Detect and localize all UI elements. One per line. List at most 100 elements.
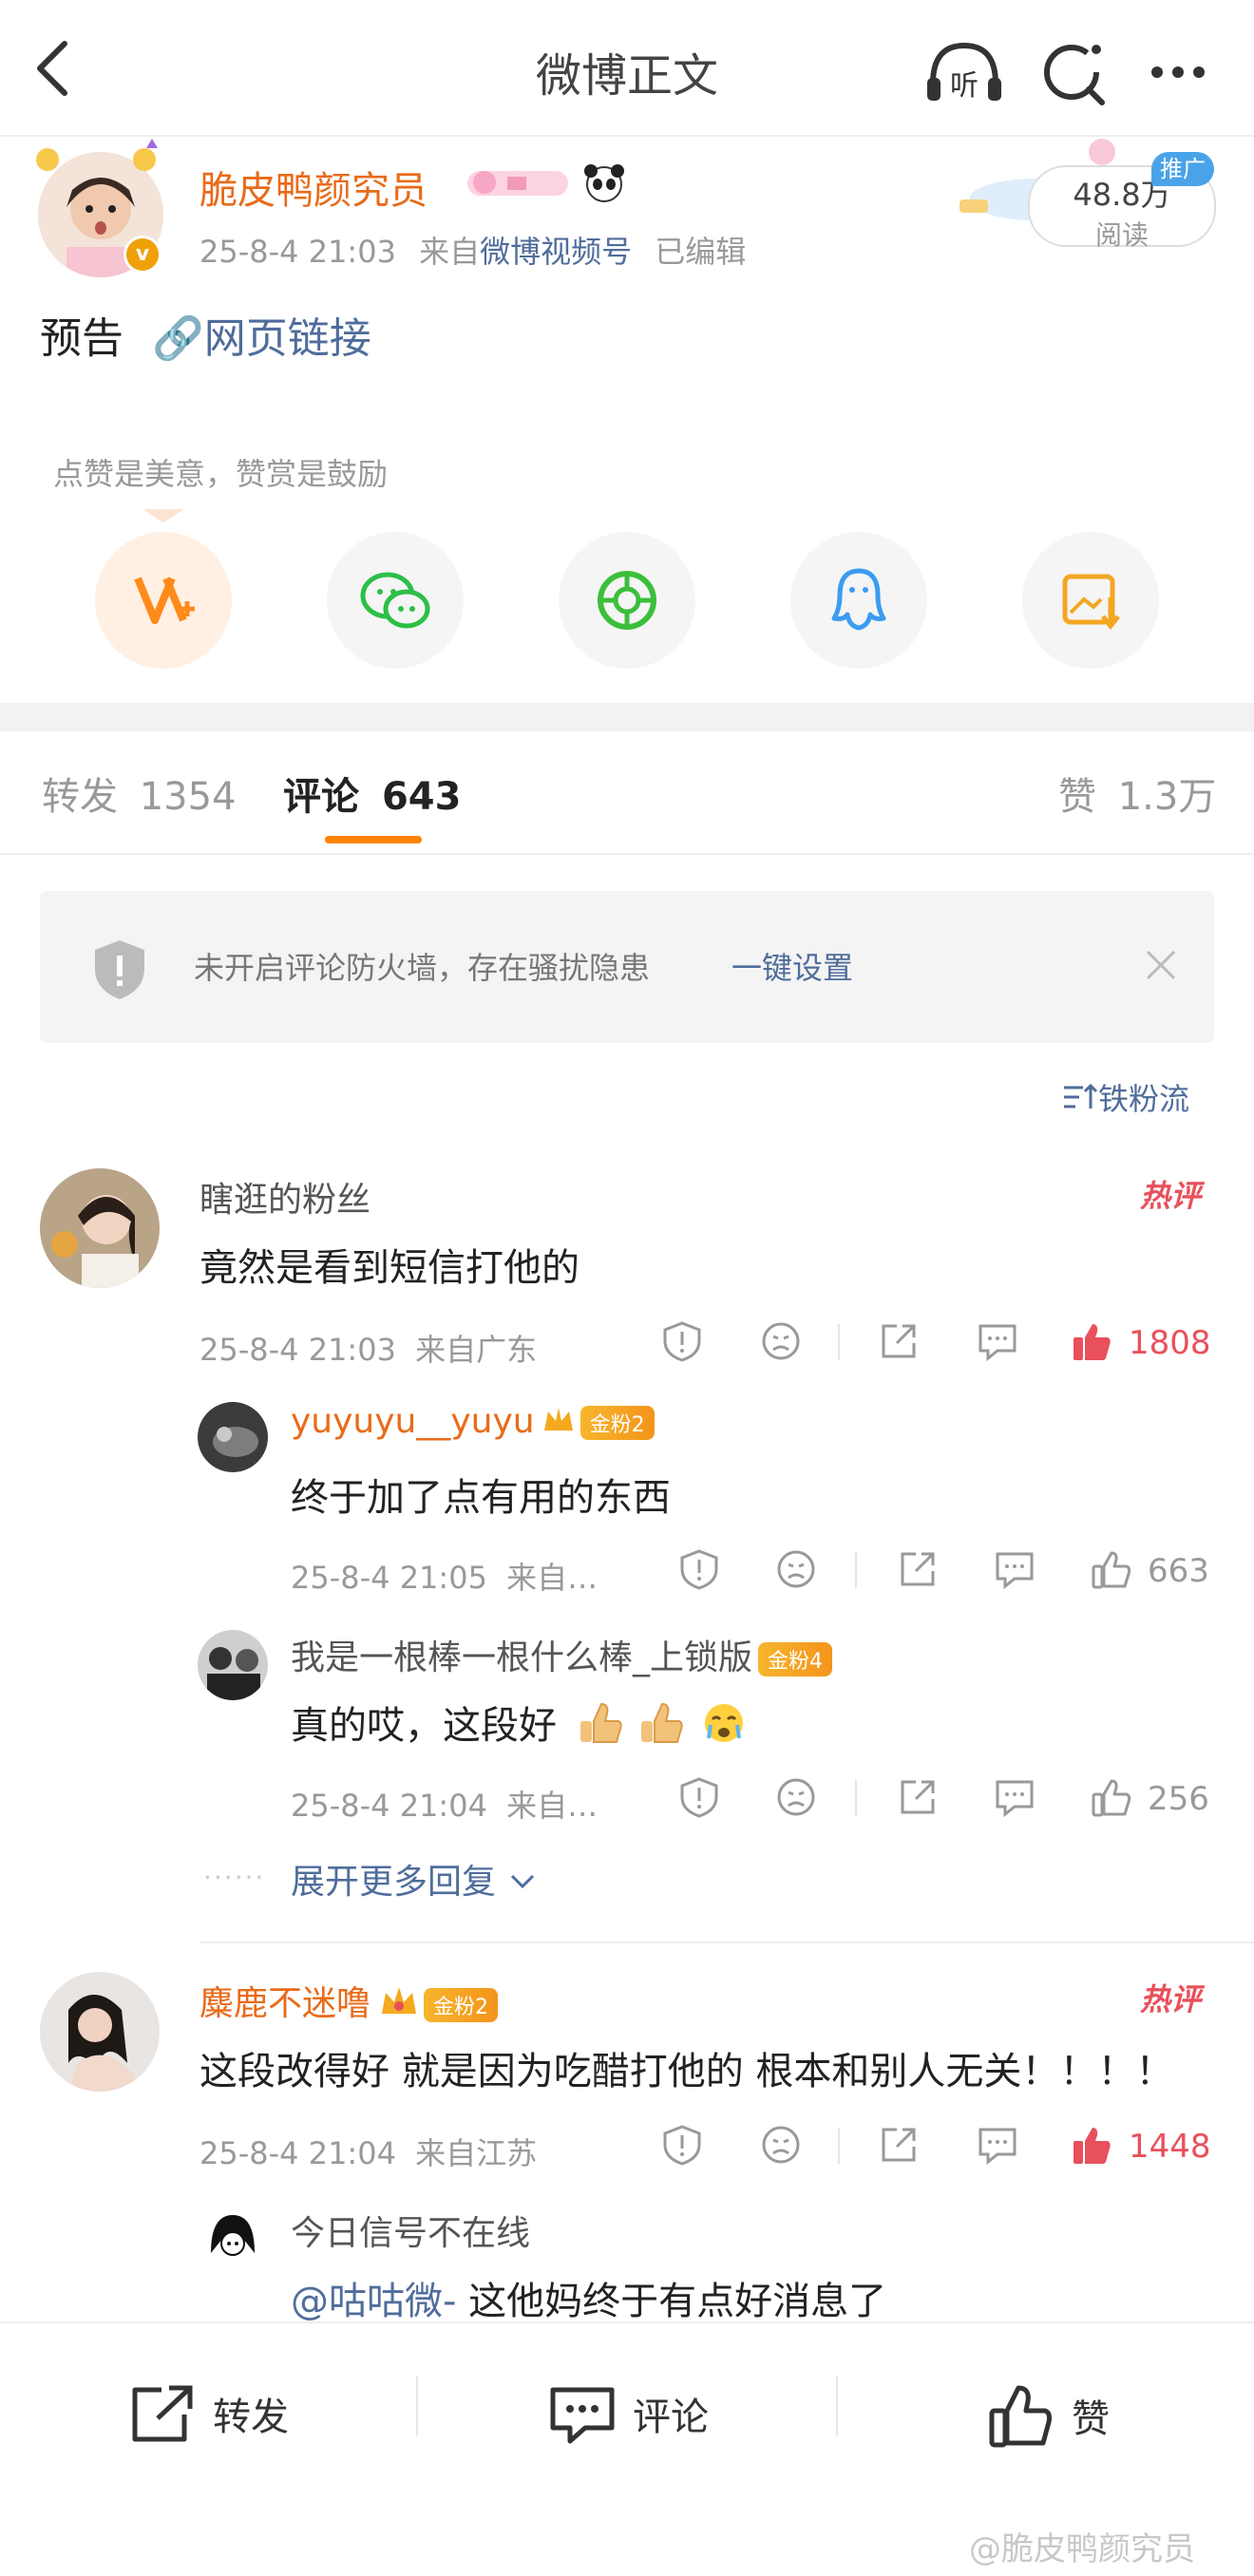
firewall-text: 未开启评论防火墙，存在骚扰隐患 [194,950,651,986]
save-image-icon [1062,574,1120,631]
like-count: 256 [1148,1780,1209,1818]
reply-avatar[interactable] [198,1402,268,1472]
post-edited[interactable]: 已编辑 [655,234,746,270]
post-from-prefix: 来自 [419,234,481,270]
comment-meta: 25-8-4 21:03 来自广东 [200,1326,537,1370]
more-icon[interactable] [1140,34,1226,110]
post-text: 预告 🔗网页链接 [40,304,371,365]
sort-label: 铁粉流 [1098,1081,1190,1117]
share-icon[interactable] [878,2124,920,2169]
tab-comment[interactable]: 评论 643 [283,766,461,821]
tab-like[interactable]: 赞 1.3万 [1058,766,1216,821]
like-icon[interactable] [1072,1320,1113,1366]
comment-username[interactable]: 瞎逛的粉丝 [200,1172,370,1222]
repost-icon [129,2384,196,2454]
reply-text: @咕咕微- 这他妈终于有点好消息了 [291,2270,886,2325]
chevron-down-icon [506,1865,539,1904]
close-icon[interactable] [1142,946,1180,984]
comment-time: 25-8-4 21:04 [200,2135,396,2171]
post-source-link[interactable]: 微博视频号 [480,234,632,270]
vplus-icon [134,577,195,624]
comment-divider [200,1941,1254,1943]
reply-username[interactable]: 我是一根棒一根什么棒_上锁版 金粉4 [291,1630,833,1679]
hot-comment-badge: 热评 [1140,1178,1202,1214]
reply-icon[interactable] [994,1776,1036,1822]
tab-like-count: 1.3万 [1117,775,1217,819]
web-link-label: 网页链接 [203,314,371,363]
hot-comment-badge: 热评 [1140,1981,1202,2017]
watermark: @脆皮鸭颜究员 [969,2530,1195,2568]
web-link[interactable]: 🔗网页链接 [152,314,371,363]
like-icon[interactable] [1091,1776,1132,1822]
bottom-separator [416,2377,418,2435]
qq-button[interactable] [790,532,927,669]
dislike-face-icon[interactable] [775,1548,817,1594]
bottom-repost-label: 转发 [213,2396,289,2439]
comment-avatar[interactable] [40,1972,160,2092]
report-icon[interactable] [661,1320,703,1366]
expand-replies-button[interactable]: 展开更多回复 [291,1854,539,1904]
reply-icon[interactable] [977,2124,1018,2169]
reply-username-text: yuyuyu__yuyu [291,1402,535,1441]
member-badge-icon [466,161,570,203]
shield-icon [91,938,148,1001]
report-icon[interactable] [678,1548,720,1594]
dislike-face-icon[interactable] [760,1320,802,1366]
moments-button[interactable] [559,532,695,669]
dislike-face-icon[interactable] [775,1776,817,1822]
share-icon[interactable] [897,1548,939,1594]
report-icon[interactable] [678,1776,720,1822]
bottom-action-bar: 转发 评论 赞 @脆皮鸭颜究员 [0,2321,1254,2576]
fan-crown-icon [380,1985,418,2026]
reply-meta: 25-8-4 21:04 来自… [291,1782,598,1826]
comment-time: 25-8-4 21:03 [200,1332,396,1368]
reply-icon[interactable] [994,1548,1036,1594]
reward-tip: 点赞是美意，赞赏是鼓励 [53,456,389,492]
comment-icon [549,2384,616,2454]
sort-icon [1060,1080,1098,1122]
vplus-button[interactable] [95,532,232,669]
tab-repost[interactable]: 转发 1354 [42,766,237,821]
comment-location: 来自江苏 [415,2135,538,2171]
reply-time: 25-8-4 21:05 [291,1560,487,1596]
action-separator [838,2128,840,2164]
report-icon[interactable] [661,2124,703,2169]
like-count: 663 [1148,1552,1209,1590]
listen-icon[interactable]: 听 [922,34,1007,110]
comment-username-text: 麋鹿不迷噜 [200,1984,371,2023]
dislike-face-icon[interactable] [760,2124,802,2169]
reply-time: 25-8-4 21:04 [291,1788,487,1824]
share-icon[interactable] [897,1776,939,1822]
thumbs-up-emoji-icon [637,1700,687,1755]
reply-avatar[interactable] [198,2206,268,2276]
save-image-button[interactable] [1022,532,1159,669]
mention-link[interactable]: @咕咕微- [291,2280,456,2323]
reply-avatar[interactable] [198,1630,268,1700]
share-icon[interactable] [878,1320,920,1366]
thumbs-up-emoji-icon [577,1700,626,1755]
sort-selector[interactable]: 铁粉流 [1060,1075,1189,1122]
like-icon[interactable] [1072,2124,1113,2169]
reply-username[interactable]: yuyuyu__yuyu 金粉2 [291,1402,655,1443]
like-icon[interactable] [1091,1548,1132,1594]
tab-like-label: 赞 [1058,775,1096,819]
firewall-setup-link[interactable]: 一键设置 [732,944,853,988]
bottom-repost-button[interactable]: 转发 [129,2384,289,2454]
comment-username[interactable]: 麋鹿不迷噜 金粉2 [200,1976,499,2026]
expand-dots: ······ [203,1862,266,1893]
reply-username[interactable]: 今日信号不在线 [291,2206,530,2255]
avatar-frame-icon [28,133,171,171]
author-name[interactable]: 脆皮鸭颜究员 [200,160,428,215]
comment-avatar[interactable] [40,1168,160,1288]
svg-text:听: 听 [950,69,978,103]
reward-tip-pointer [142,509,184,522]
bottom-like-button[interactable]: 赞 [988,2384,1110,2458]
wechat-button[interactable] [327,532,464,669]
reply-icon[interactable] [977,1320,1018,1366]
post-meta: 25-8-4 21:03 来自微博视频号 已编辑 [200,228,746,272]
refresh-search-icon[interactable] [1032,34,1117,110]
active-tab-indicator [325,836,422,843]
bottom-comment-button[interactable]: 评论 [549,2384,709,2454]
like-icon [988,2384,1054,2458]
section-divider [0,703,1254,731]
